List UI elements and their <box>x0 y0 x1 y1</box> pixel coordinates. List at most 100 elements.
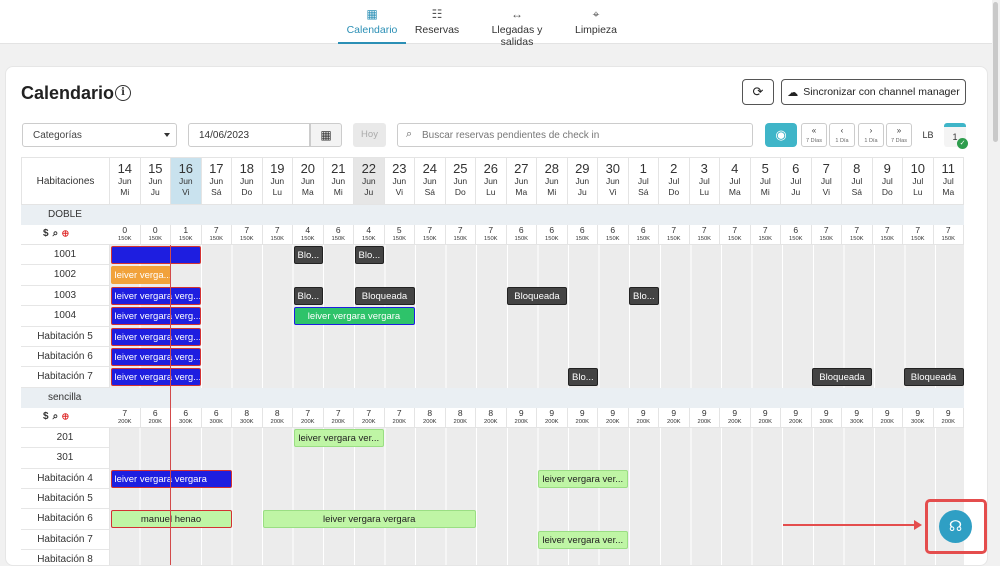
price-cell[interactable]: 9 200K <box>568 407 599 428</box>
forward-7-days-button[interactable]: » 7 Días <box>886 123 912 147</box>
date-input[interactable]: 14/06/2023 <box>188 123 310 147</box>
room-cells[interactable] <box>110 245 964 266</box>
price-cell[interactable]: 7 200K <box>354 407 385 428</box>
price-cell[interactable]: 9 200K <box>781 407 812 428</box>
day-header[interactable]: 28 Jun Mi <box>537 157 568 205</box>
booking-bar[interactable]: Bloqueada <box>354 286 415 305</box>
booking-bar[interactable]: leiver vergara ver... <box>537 530 628 549</box>
room-cells[interactable] <box>110 550 964 565</box>
price-cell[interactable]: 7 150K <box>659 225 690 245</box>
tab-calendario[interactable]: ▦ Calendario <box>338 0 406 44</box>
price-cell[interactable]: 4 150K <box>354 225 385 245</box>
day-header[interactable]: 14 Jun Mi <box>110 157 141 205</box>
booking-bar[interactable]: Blo... <box>293 246 323 264</box>
price-cell[interactable]: 9 200K <box>690 407 721 428</box>
price-cell[interactable]: 8 200K <box>415 407 446 428</box>
booking-bar[interactable]: leiver verga... <box>110 266 171 285</box>
price-cell[interactable]: 6 150K <box>781 225 812 245</box>
day-header[interactable]: 27 Jun Ma <box>506 157 538 205</box>
room-cells[interactable] <box>110 306 964 327</box>
booking-bar[interactable]: leiver vergara vergara <box>263 510 476 529</box>
scrollbar-thumb[interactable] <box>993 2 998 142</box>
day-header[interactable]: 10 Jul Lu <box>903 157 934 205</box>
price-cell[interactable]: 4 150K <box>293 225 324 245</box>
price-cell[interactable]: 7 150K <box>446 225 477 245</box>
booking-bar[interactable]: leiver vergara verg... <box>110 307 201 326</box>
booking-bar[interactable]: leiver vergara verg... <box>110 368 201 387</box>
day-header[interactable]: 19 Jun Lu <box>262 157 294 205</box>
back-7-days-button[interactable]: « 7 Días <box>801 123 827 147</box>
price-cell[interactable]: 7 150K <box>812 225 843 245</box>
booking-bar[interactable]: Blo... <box>293 286 323 305</box>
price-cell[interactable]: 9 200K <box>873 407 904 428</box>
room-cells[interactable] <box>110 427 964 449</box>
info-icon[interactable]: i <box>115 85 131 101</box>
forward-1-day-button[interactable]: › 1 Día <box>858 123 884 147</box>
price-cell[interactable]: 9 200K <box>629 407 660 428</box>
price-cell[interactable]: 9 200K <box>934 407 965 428</box>
price-cell[interactable]: 9 200K <box>507 407 538 428</box>
day-header[interactable]: 4 Jul Ma <box>720 157 751 205</box>
price-cell[interactable]: 9 300K <box>903 407 934 428</box>
price-cell[interactable]: 0 150K <box>110 225 141 245</box>
booking-bar[interactable] <box>110 246 201 264</box>
price-cell[interactable]: 6 150K <box>324 225 355 245</box>
tab-limpieza[interactable]: ⌖ Limpieza <box>572 0 620 44</box>
search-input[interactable]: ⌕ Buscar reservas pendientes de check in <box>397 123 753 147</box>
day-header[interactable]: 9 Jul Do <box>872 157 904 205</box>
room-cells[interactable] <box>110 265 964 286</box>
day-header[interactable]: 26 Jun Lu <box>476 157 507 205</box>
back-1-day-button[interactable]: ‹ 1 Día <box>829 123 855 147</box>
booking-bar[interactable]: Bloqueada <box>903 368 964 387</box>
price-cell[interactable]: 7 150K <box>842 225 873 245</box>
dollar-icon[interactable]: $ <box>43 411 53 422</box>
price-cell[interactable]: 0 150K <box>141 225 172 245</box>
price-cell[interactable]: 7 150K <box>720 225 751 245</box>
price-cell[interactable]: 6 300K <box>202 407 233 428</box>
eye-toggle-button[interactable]: ◉ <box>765 123 797 147</box>
dollar-icon[interactable]: $ <box>43 228 53 239</box>
price-cell[interactable]: 7 200K <box>110 407 141 428</box>
room-cells[interactable] <box>110 509 964 530</box>
room-cells[interactable] <box>110 326 964 347</box>
price-cell[interactable]: 6 150K <box>537 225 568 245</box>
booking-bar[interactable]: leiver vergara vergara <box>293 307 415 326</box>
booking-bar[interactable]: Blo... <box>568 368 598 387</box>
price-cell[interactable]: 7 150K <box>415 225 446 245</box>
price-cell[interactable]: 7 150K <box>873 225 904 245</box>
day-header[interactable]: 5 Jul Mi <box>750 157 782 205</box>
price-cell[interactable]: 6 150K <box>598 225 629 245</box>
price-cell[interactable]: 7 200K <box>385 407 416 428</box>
room-cells[interactable] <box>110 347 964 368</box>
booking-bar[interactable]: leiver vergara verg... <box>110 286 201 305</box>
booking-bar[interactable]: manuel henao <box>110 510 232 529</box>
page-scrollbar[interactable] <box>992 0 1000 562</box>
refresh-button[interactable]: ⟳ <box>742 79 774 105</box>
day-header[interactable]: 23 Jun Vi <box>384 157 416 205</box>
day-header[interactable]: 22 Jun Ju <box>354 157 385 205</box>
price-cell[interactable]: 7 150K <box>263 225 294 245</box>
day-header[interactable]: 15 Jun Ju <box>140 157 172 205</box>
price-cell[interactable]: 6 150K <box>568 225 599 245</box>
count-toggle[interactable]: 1 ✓ <box>944 123 968 149</box>
room-cells[interactable] <box>110 448 964 469</box>
price-cell[interactable]: 7 200K <box>293 407 324 428</box>
day-header[interactable]: 2 Jul Do <box>659 157 690 205</box>
room-cells[interactable] <box>110 489 964 510</box>
day-header[interactable]: 7 Jul Vi <box>811 157 843 205</box>
day-header[interactable]: 11 Jul Ma <box>933 157 965 205</box>
day-header[interactable]: 30 Jun Vi <box>598 157 629 205</box>
booking-bar[interactable]: leiver vergara vergara <box>110 469 232 488</box>
price-cell[interactable]: 9 200K <box>537 407 568 428</box>
day-header[interactable]: 18 Jun Do <box>232 157 263 205</box>
day-header[interactable]: 25 Jun Do <box>445 157 477 205</box>
price-cell[interactable]: 9 300K <box>842 407 873 428</box>
day-header[interactable]: 29 Jun Ju <box>567 157 599 205</box>
category-select[interactable]: Categorías <box>22 123 177 147</box>
tab-reservas[interactable]: ☷ Reservas <box>412 0 462 44</box>
price-cell[interactable]: 6 150K <box>629 225 660 245</box>
price-cell[interactable]: 6 150K <box>507 225 538 245</box>
price-cell[interactable]: 7 200K <box>324 407 355 428</box>
day-header[interactable]: 20 Jun Ma <box>293 157 324 205</box>
price-cell[interactable]: 7 150K <box>690 225 721 245</box>
